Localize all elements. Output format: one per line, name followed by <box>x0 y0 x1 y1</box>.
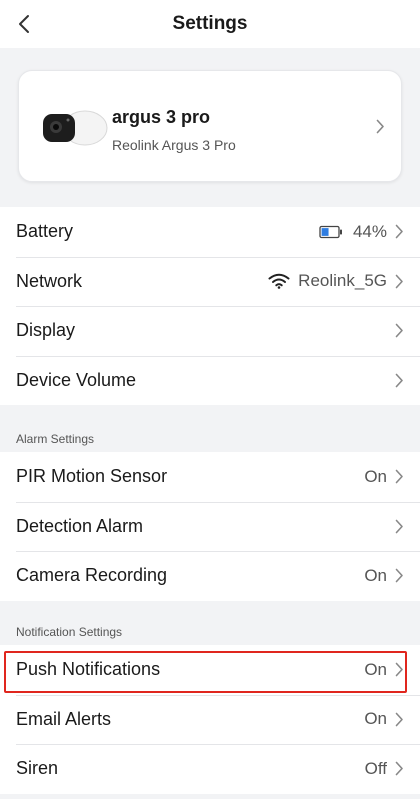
detection-label: Detection Alarm <box>16 515 144 536</box>
chevron-right-icon <box>395 568 403 583</box>
pir-value: On <box>364 466 387 486</box>
chevron-right-icon <box>395 712 403 727</box>
recording-label: Camera Recording <box>16 565 168 586</box>
header-bar: Settings <box>0 0 420 48</box>
siren-row[interactable]: Siren Off <box>0 744 420 794</box>
chevron-right-icon <box>395 323 403 338</box>
detection-alarm-row[interactable]: Detection Alarm <box>0 501 420 552</box>
device-model: Reolink Argus 3 Pro <box>112 137 236 153</box>
chevron-right-icon <box>395 519 403 534</box>
device-volume-label: Device Volume <box>16 369 137 390</box>
camera-icon <box>43 110 108 146</box>
back-arrow-icon <box>19 15 29 33</box>
battery-icon <box>319 225 343 239</box>
email-alerts-row[interactable]: Email Alerts On <box>0 694 420 745</box>
chevron-right-icon <box>395 469 403 484</box>
camera-recording-row[interactable]: Camera Recording On <box>0 551 420 601</box>
chevron-right-icon <box>395 761 403 776</box>
display-row[interactable]: Display <box>0 306 420 356</box>
email-value: On <box>364 709 387 729</box>
display-label: Display <box>16 320 76 341</box>
chevron-right-icon <box>395 274 403 289</box>
chevron-right-icon <box>395 373 403 388</box>
wifi-icon <box>268 273 290 290</box>
email-label: Email Alerts <box>16 708 112 729</box>
alarm-settings-group: PIR Motion Sensor On Detection Alarm Cam… <box>0 452 420 601</box>
recording-value: On <box>364 565 387 585</box>
battery-row[interactable]: Battery 44% <box>0 207 420 257</box>
siren-value: Off <box>364 758 387 778</box>
page-title: Settings <box>172 13 248 34</box>
network-value: Reolink_5G <box>298 271 387 291</box>
chevron-right-icon <box>395 224 403 239</box>
pir-label: PIR Motion Sensor <box>16 466 168 487</box>
network-label: Network <box>16 270 83 291</box>
pir-motion-sensor-row[interactable]: PIR Motion Sensor On <box>0 452 420 502</box>
device-name: argus 3 pro <box>112 107 211 127</box>
chevron-right-icon <box>376 119 384 134</box>
notification-settings-group: Push Notifications On Email Alerts On Si… <box>0 645 420 794</box>
chevron-right-icon <box>395 662 403 677</box>
battery-value: 44% <box>352 221 387 241</box>
battery-label: Battery <box>16 221 74 242</box>
back-button[interactable] <box>8 8 40 40</box>
push-notifications-row[interactable]: Push Notifications On <box>0 645 420 695</box>
push-label: Push Notifications <box>16 659 161 680</box>
alarm-settings-heading: Alarm Settings <box>16 432 95 446</box>
siren-label: Siren <box>16 758 59 779</box>
push-value: On <box>364 659 387 679</box>
device-settings-group: Battery 44% Network Reolink_5G Display D… <box>0 207 420 405</box>
device-card[interactable]: argus 3 pro Reolink Argus 3 Pro <box>18 70 402 182</box>
notification-settings-heading: Notification Settings <box>16 625 123 639</box>
device-volume-row[interactable]: Device Volume <box>0 355 420 406</box>
network-row[interactable]: Network Reolink_5G <box>0 256 420 307</box>
